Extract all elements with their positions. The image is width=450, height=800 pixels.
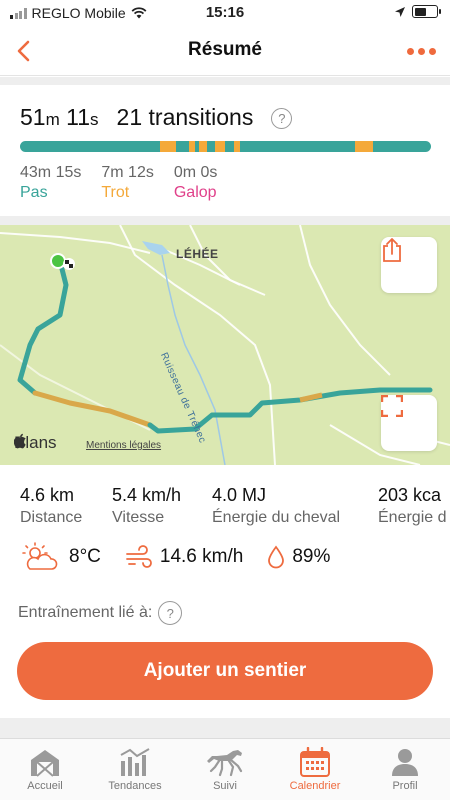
tab-label: Suivi [213, 780, 237, 792]
more-dot [429, 47, 436, 55]
gait-timeline-bar [20, 141, 431, 152]
section-divider [0, 216, 450, 225]
transitions-count: 21 transitions [116, 104, 254, 130]
status-right [394, 5, 441, 18]
share-map-button[interactable] [381, 237, 437, 293]
more-dot [418, 47, 425, 55]
tab-calendrier[interactable]: Calendrier [270, 739, 360, 800]
gait-galop-time: 0m 0s [173, 164, 218, 181]
barn-icon [31, 750, 59, 777]
gait-segment-trot [188, 141, 195, 152]
fullscreen-icon [381, 395, 403, 417]
tab-profil[interactable]: Profil [360, 739, 450, 800]
duration-minutes: 51 [20, 104, 46, 130]
location-arrow-icon [395, 6, 405, 17]
more-dots-icon [407, 47, 414, 55]
stat-rider-energy: 203 kca Énergie d [378, 485, 450, 527]
stat-distance: 4.6 km Distance [20, 485, 112, 527]
duration-minutes-unit: m [45, 110, 60, 129]
gait-stat-trot: 7m 12s Trot [101, 164, 153, 202]
gait-pas-time: 43m 15s [20, 164, 82, 181]
gait-segment-trot [233, 141, 240, 152]
gait-trot-label: Trot [101, 184, 130, 201]
gait-stat-galop: 0m 0s Galop [174, 164, 218, 202]
temperature-value: 8°C [69, 546, 101, 567]
partly-cloudy-icon [22, 542, 58, 570]
stat-label: Énergie du cheval [212, 509, 341, 526]
section-divider [0, 718, 450, 738]
ride-stats: 4.6 km Distance 5.4 km/h Vitesse 4.0 MJ … [20, 485, 450, 527]
share-icon [383, 238, 401, 262]
gait-stats: 43m 15s Pas 7m 12s Trot 0m 0s Galop [20, 164, 217, 202]
stat-label: Distance [20, 509, 83, 526]
gait-stat-pas: 43m 15s Pas [20, 164, 81, 202]
maps-attribution: Plans [14, 433, 57, 453]
legal-notice-link[interactable]: Mentions légales [86, 440, 161, 451]
stat-value: 5.4 km/h [112, 485, 182, 505]
summary-row: 51m 11s 21 transitions ? [20, 104, 293, 131]
tab-bar: Accueil Tendances Suivi Calendrier Profi… [0, 738, 450, 800]
apple-logo-icon [14, 433, 26, 449]
gait-galop-label: Galop [173, 184, 217, 201]
wind-value: 14.6 km/h [159, 546, 244, 567]
gait-segment-trot [159, 141, 177, 152]
stat-label: Énergie d [378, 509, 447, 526]
page-title: Résumé [188, 39, 262, 60]
stat-label: Vitesse [112, 509, 165, 526]
status-bar: REGLO Mobile 15:16 [0, 0, 450, 26]
gait-segment-trot [215, 141, 226, 152]
linked-training-help-button[interactable]: ? [158, 601, 183, 625]
duration-seconds-unit: s [90, 110, 99, 129]
fullscreen-map-button[interactable] [381, 395, 437, 451]
duration-seconds: 11 [66, 104, 91, 130]
weather-wind: 14.6 km/h [125, 545, 243, 569]
tab-label: Tendances [108, 780, 162, 792]
gait-segment-trot [354, 141, 374, 152]
droplet-icon [268, 545, 285, 569]
tab-tendances[interactable]: Tendances [90, 739, 180, 800]
tab-accueil[interactable]: Accueil [0, 739, 90, 800]
nav-bar: Résumé [0, 26, 450, 76]
total-duration: 51m 11s [20, 104, 99, 131]
gait-trot-time: 7m 12s [101, 164, 154, 181]
wind-icon [125, 545, 152, 568]
humidity-value: 89% [292, 546, 331, 567]
section-divider [0, 77, 450, 85]
tab-suivi[interactable]: Suivi [180, 739, 270, 800]
stat-value: 4.6 km [20, 485, 75, 505]
linked-training-row: Entraînement lié à: ? [18, 601, 183, 625]
profile-icon [392, 749, 418, 776]
transitions-help-button[interactable]: ? [271, 108, 293, 129]
tab-label: Calendrier [289, 780, 341, 792]
tab-label: Profil [392, 780, 418, 792]
horse-icon [207, 750, 243, 777]
battery-icon [412, 5, 441, 18]
map-place-label: LÉHÉE [176, 247, 219, 261]
add-trail-button[interactable]: Ajouter un sentier [17, 642, 433, 700]
weather-humidity: 89% [267, 545, 330, 569]
more-options-button[interactable] [407, 39, 436, 63]
status-time: 15:16 [205, 4, 245, 21]
tab-label: Accueil [27, 780, 63, 792]
route-map[interactable]: LÉHÉE Ruisseau de Tréhec Plans Mentions … [0, 225, 450, 465]
stat-horse-energy: 4.0 MJ Énergie du cheval [212, 485, 378, 527]
linked-training-label: Entraînement lié à: [18, 604, 153, 621]
back-button[interactable] [8, 36, 38, 66]
gait-pas-label: Pas [20, 184, 48, 201]
stat-speed: 5.4 km/h Vitesse [112, 485, 212, 527]
gait-segment-trot [198, 141, 207, 152]
stat-value: 203 kca [378, 485, 442, 505]
trends-icon [120, 748, 150, 776]
chevron-left-icon [17, 40, 30, 62]
weather-row: 8°C 14.6 km/h 89% [20, 542, 330, 572]
weather-temperature: 8°C [20, 542, 101, 572]
calendar-icon [300, 747, 330, 777]
stat-value: 4.0 MJ [212, 485, 267, 505]
